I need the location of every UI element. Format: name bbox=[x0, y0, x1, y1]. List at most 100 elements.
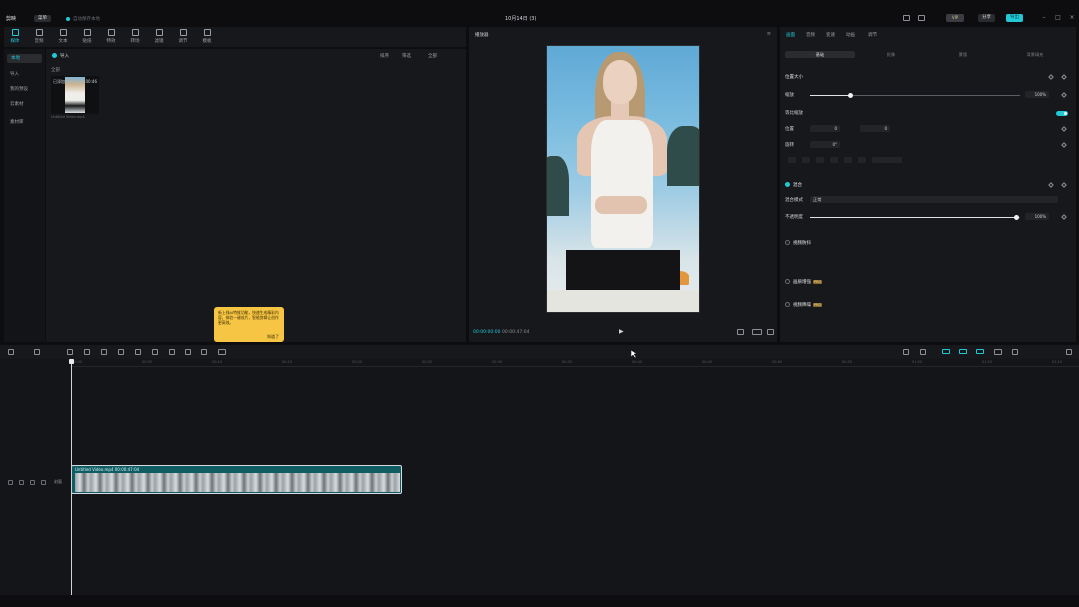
denoise-checkbox[interactable] bbox=[785, 302, 790, 307]
rotate-icon[interactable] bbox=[185, 349, 191, 355]
undo-icon[interactable] bbox=[34, 349, 40, 355]
sidebar-item-import[interactable]: 导入 bbox=[10, 71, 19, 77]
tab-picture[interactable]: 画面 bbox=[786, 32, 795, 38]
subtab-background[interactable]: 背景填充 bbox=[1000, 51, 1070, 58]
sidebar-item-library[interactable]: 素材库 bbox=[10, 119, 24, 125]
vip-badge[interactable]: VIP bbox=[946, 14, 964, 22]
sidebar-item-presets[interactable]: 我的预设 bbox=[10, 86, 28, 92]
visibility-icon[interactable] bbox=[30, 480, 35, 485]
align-top-icon[interactable] bbox=[830, 157, 838, 163]
rotate-value[interactable]: 0° bbox=[810, 141, 840, 148]
scale-slider[interactable] bbox=[810, 93, 1020, 98]
scale-value[interactable]: 100% bbox=[1025, 91, 1049, 98]
delete-icon[interactable] bbox=[118, 349, 124, 355]
align-more-icon[interactable] bbox=[872, 157, 902, 163]
tab-speed[interactable]: 变速 bbox=[826, 32, 835, 38]
fullscreen-icon[interactable] bbox=[767, 329, 774, 335]
tool-filter[interactable]: 滤镜 bbox=[148, 28, 170, 46]
playhead[interactable] bbox=[69, 359, 74, 595]
subtab-basic[interactable]: 基础 bbox=[785, 51, 855, 58]
reverse-icon[interactable] bbox=[152, 349, 158, 355]
sidebar-item-local[interactable]: 本地 bbox=[7, 54, 42, 63]
tool-sticker[interactable]: 贴纸 bbox=[76, 28, 98, 46]
mute-icon[interactable] bbox=[41, 480, 46, 485]
align-center-icon[interactable] bbox=[802, 157, 810, 163]
timeline-ruler[interactable]: 00:00 00:05 00:10 00:15 00:20 00:25 00:3… bbox=[70, 359, 1079, 367]
auto-snap-icon[interactable] bbox=[959, 349, 967, 354]
blend-reset-icon[interactable] bbox=[1048, 182, 1054, 188]
filter-button[interactable]: 筛选 bbox=[402, 53, 411, 59]
tab-animation[interactable]: 动画 bbox=[846, 32, 855, 38]
crop-tool-icon[interactable] bbox=[201, 349, 207, 355]
opacity-keyframe-icon[interactable] bbox=[1061, 214, 1067, 220]
opacity-value[interactable]: 100% bbox=[1025, 213, 1049, 220]
select-tool-icon[interactable] bbox=[8, 349, 14, 355]
tool-transition[interactable]: 转场 bbox=[124, 28, 146, 46]
player-menu-icon[interactable]: ≡ bbox=[767, 31, 771, 37]
mic-icon[interactable] bbox=[920, 349, 926, 355]
media-thumbnail[interactable]: 已添加 00:46 bbox=[51, 76, 99, 114]
ratio-icon[interactable] bbox=[752, 329, 762, 335]
cover-button[interactable]: 封面 bbox=[54, 479, 62, 485]
stabilize-checkbox[interactable] bbox=[785, 240, 790, 245]
position-y[interactable]: 0 bbox=[860, 125, 890, 132]
zoom-out-icon[interactable] bbox=[1012, 349, 1018, 355]
video-clip[interactable]: Untitled Video.mp4 00:00:47:04 bbox=[71, 465, 402, 494]
opacity-slider[interactable] bbox=[810, 215, 1020, 220]
play-icon[interactable]: ▶ bbox=[619, 328, 624, 335]
close-icon[interactable]: × bbox=[1068, 14, 1076, 22]
keyframe-icon[interactable] bbox=[1061, 74, 1067, 80]
rotate-keyframe-icon[interactable] bbox=[1061, 142, 1067, 148]
hide-icon[interactable] bbox=[19, 480, 24, 485]
tool-adjust[interactable]: 调节 bbox=[172, 28, 194, 46]
mirror-icon[interactable] bbox=[169, 349, 175, 355]
position-x[interactable]: 0 bbox=[810, 125, 840, 132]
subtab-cutout[interactable]: 抠像 bbox=[856, 51, 926, 58]
minimize-icon[interactable]: – bbox=[1040, 14, 1048, 22]
tool-media[interactable]: 媒体 bbox=[4, 28, 26, 46]
split-icon[interactable] bbox=[67, 349, 73, 355]
blend-checkbox[interactable] bbox=[785, 182, 790, 187]
sort-button[interactable]: 排序 bbox=[380, 53, 389, 59]
maximize-icon[interactable]: □ bbox=[1054, 14, 1062, 22]
trim-left-icon[interactable] bbox=[84, 349, 90, 355]
opacity-slider-knob[interactable] bbox=[1014, 215, 1019, 220]
zoom-fit-icon[interactable] bbox=[1066, 349, 1072, 355]
blend-mode-select[interactable]: 正常 bbox=[810, 196, 1058, 203]
reset-icon[interactable] bbox=[1048, 74, 1054, 80]
tab-audio[interactable]: 音频 bbox=[806, 32, 815, 38]
preview-axis-icon[interactable] bbox=[994, 349, 1002, 355]
blend-keyframe-icon[interactable] bbox=[1061, 182, 1067, 188]
lock-icon[interactable] bbox=[8, 480, 13, 485]
layout-icon[interactable] bbox=[903, 15, 910, 21]
scale-keyframe-icon[interactable] bbox=[1061, 92, 1067, 98]
ai-icon[interactable] bbox=[903, 349, 909, 355]
tooltip-ok-button[interactable]: 知道了 bbox=[267, 334, 279, 339]
subtab-mask[interactable]: 蒙版 bbox=[928, 51, 998, 58]
menu-button[interactable]: 菜单 bbox=[34, 15, 51, 22]
linkage-icon[interactable] bbox=[976, 349, 984, 354]
align-right-icon[interactable] bbox=[816, 157, 824, 163]
main-track-magnet-icon[interactable] bbox=[942, 349, 950, 354]
share-button[interactable]: 分享 bbox=[978, 14, 995, 22]
timeline-panel[interactable]: 00:00 00:05 00:10 00:15 00:20 00:25 00:3… bbox=[0, 359, 1079, 595]
trim-right-icon[interactable] bbox=[101, 349, 107, 355]
align-bottom-icon[interactable] bbox=[858, 157, 866, 163]
video-preview[interactable] bbox=[546, 45, 700, 313]
enhance-checkbox[interactable] bbox=[785, 279, 790, 284]
shortcut-icon[interactable] bbox=[918, 15, 925, 21]
crop-icon[interactable] bbox=[737, 329, 744, 335]
sidebar-item-cloud[interactable]: 云素材 bbox=[10, 101, 24, 107]
tab-adjust[interactable]: 调节 bbox=[868, 32, 877, 38]
uniform-scale-toggle[interactable] bbox=[1056, 111, 1068, 116]
tool-template[interactable]: 模板 bbox=[196, 28, 218, 46]
freeze-icon[interactable] bbox=[135, 349, 141, 355]
import-button[interactable]: 导入 bbox=[52, 53, 69, 59]
tool-text[interactable]: 文本 bbox=[52, 28, 74, 46]
tool-audio[interactable]: 音频 bbox=[28, 28, 50, 46]
tool-effects[interactable]: 特效 bbox=[100, 28, 122, 46]
screen-icon[interactable] bbox=[218, 349, 226, 355]
scale-slider-knob[interactable] bbox=[848, 93, 853, 98]
all-button[interactable]: 全部 bbox=[428, 53, 437, 59]
align-middle-icon[interactable] bbox=[844, 157, 852, 163]
